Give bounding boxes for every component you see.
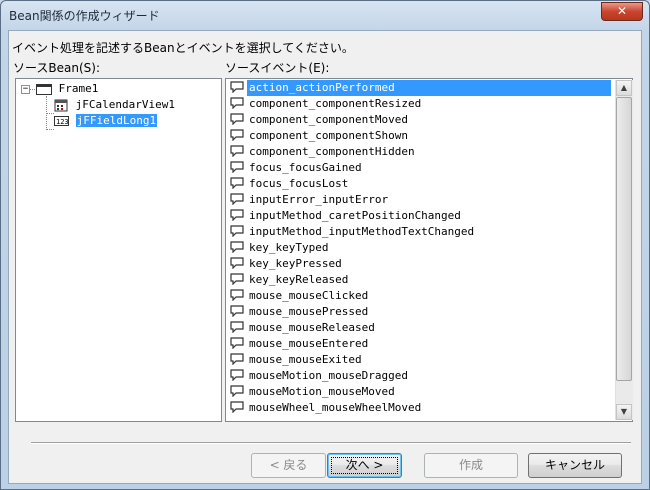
event-bubble-icon [230, 97, 244, 109]
dialog-body: イベント処理を記述するBeanとイベントを選択してください。 ソースBean(S… [8, 30, 642, 484]
event-bubble-icon [230, 145, 244, 157]
close-icon: ✕ [616, 4, 628, 18]
back-button[interactable]: < 戻る [251, 453, 326, 478]
event-bubble-icon [230, 81, 244, 93]
event-bubble-icon [230, 177, 244, 189]
event-bubble-icon [230, 257, 244, 269]
event-bubble-icon [230, 273, 244, 285]
event-label: component_componentHidden [249, 145, 415, 158]
source-event-list[interactable]: action_actionPerformed component_componen… [225, 78, 633, 422]
event-bubble-icon [230, 305, 244, 317]
event-bubble-icon [230, 209, 244, 221]
close-button[interactable]: ✕ [601, 2, 643, 21]
tree-item-frame1[interactable]: Frame1 [36, 81, 98, 97]
instruction-text: イベント処理を記述するBeanとイベントを選択してください。 [12, 41, 354, 55]
tree-item-jffieldlong1[interactable]: 123 jFFieldLong1 [54, 113, 158, 129]
event-label: mouseMotion_mouseDragged [249, 369, 408, 382]
source-event-label: ソースイベント(E): [225, 61, 330, 75]
source-bean-tree[interactable]: − Frame1 jFCalendarView1 123 jFFieldLong… [15, 78, 222, 422]
event-label: inputError_inputError [249, 193, 389, 206]
event-bubble-icon [230, 289, 244, 301]
tree-collapse-toggle[interactable]: − [21, 85, 30, 94]
event-bubble-icon [230, 401, 244, 413]
tree-item-label: Frame1 [58, 82, 99, 95]
event-label: inputMethod_inputMethodTextChanged [249, 225, 475, 238]
event-label: mouse_mouseExited [249, 353, 362, 366]
tree-item-label: jFCalendarView1 [75, 98, 175, 111]
event-bubble-icon [230, 385, 244, 397]
event-bubble-icon [230, 353, 244, 365]
event-label: mouse_mouseEntered [249, 337, 369, 350]
focus-rect [331, 457, 398, 474]
event-label: component_componentResized [249, 97, 422, 110]
calendar-component-icon [54, 99, 68, 112]
event-bubble-icon [230, 225, 244, 237]
event-bubble-icon [230, 161, 244, 173]
event-label: inputMethod_caretPositionChanged [249, 209, 461, 222]
footer-separator [31, 442, 631, 444]
window-title: Bean関係の作成ウィザード [9, 9, 160, 23]
tree-connector [46, 129, 54, 130]
event-bubble-icon [230, 113, 244, 125]
event-label: mouse_mouseClicked [249, 289, 369, 302]
numeric-field-icon: 123 [54, 116, 69, 126]
title-bar[interactable]: Bean関係の作成ウィザード ✕ [1, 1, 649, 29]
event-bubble-icon [230, 337, 244, 349]
scroll-up-icon[interactable]: ▲ [616, 80, 632, 96]
event-bubble-icon [230, 241, 244, 253]
tree-connector [46, 113, 54, 114]
event-label: action_actionPerformed [247, 80, 611, 96]
tree-connector [30, 89, 35, 90]
source-bean-label: ソースBean(S): [13, 61, 100, 75]
svg-text:123: 123 [56, 118, 69, 126]
event-label: mouseMotion_mouseMoved [249, 385, 395, 398]
event-label: key_keyReleased [249, 273, 349, 286]
event-label: mouse_mouseReleased [249, 321, 375, 334]
tree-item-jfcalendarview1[interactable]: jFCalendarView1 [54, 97, 175, 113]
event-label: focus_focusGained [249, 161, 362, 174]
event-label: key_keyTyped [249, 241, 329, 254]
event-bubble-icon [230, 193, 244, 205]
cancel-button[interactable]: キャンセル [528, 453, 622, 478]
frame-icon [36, 83, 52, 95]
event-label: focus_focusLost [249, 177, 349, 190]
event-label: mouseWheel_mouseWheelMoved [249, 401, 422, 414]
tree-item-label: jFFieldLong1 [75, 114, 158, 127]
scrollbar-thumb[interactable] [616, 97, 632, 381]
event-bubble-icon [230, 321, 244, 333]
event-label: key_keyPressed [249, 257, 342, 270]
scroll-down-icon[interactable]: ▼ [616, 404, 632, 420]
event-label: mouse_mousePressed [249, 305, 369, 318]
next-button[interactable]: 次へ > [327, 453, 402, 478]
event-label: component_componentShown [249, 129, 408, 142]
event-bubble-icon [230, 129, 244, 141]
vertical-scrollbar[interactable]: ▲ ▼ [615, 80, 633, 420]
finish-button[interactable]: 作成 [424, 453, 518, 478]
event-label: component_componentMoved [249, 113, 408, 126]
wizard-window: Bean関係の作成ウィザード ✕ イベント処理を記述するBeanとイベントを選択… [0, 0, 650, 490]
event-bubble-icon [230, 369, 244, 381]
